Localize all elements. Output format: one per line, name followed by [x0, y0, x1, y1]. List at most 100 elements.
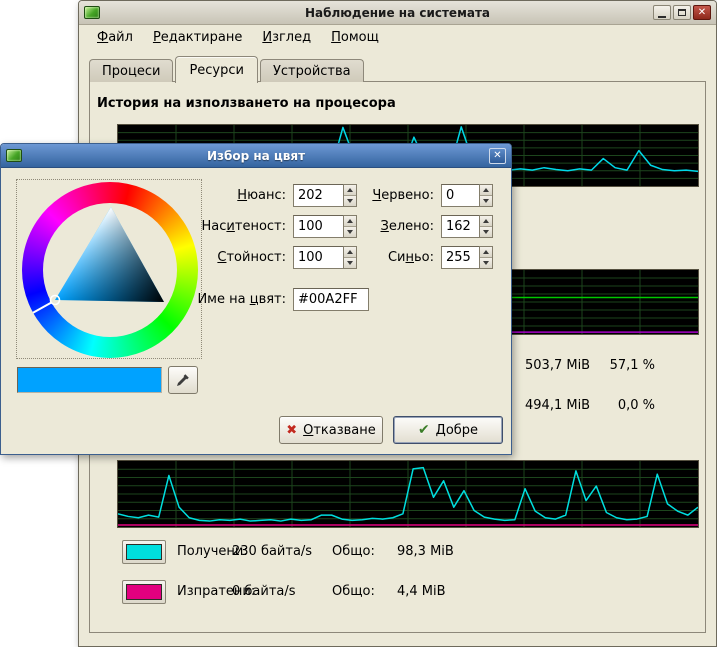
tab-bar: Процеси Ресурси Устройства: [89, 56, 366, 82]
red-spin-up-button[interactable]: [480, 185, 492, 195]
blue-spin-down-button[interactable]: [480, 257, 492, 268]
saturation-input[interactable]: [293, 215, 343, 238]
saturation-spin-arrows: [343, 215, 357, 238]
dialog-system-monitor-icon: [6, 149, 22, 162]
blue-spin-up-button[interactable]: [480, 247, 492, 257]
color-picker-dialog: Избор на цвят ✕: [0, 143, 512, 455]
menu-file[interactable]: Файл: [87, 27, 143, 48]
sent-color-button[interactable]: [122, 580, 166, 604]
cpu-history-title: История на използването на процесора: [97, 96, 396, 111]
ok-button-label: Добре: [436, 423, 478, 438]
color-wheel[interactable]: [16, 179, 202, 359]
arrow-down-icon: [347, 230, 353, 234]
close-button[interactable]: ✕: [693, 5, 711, 20]
received-color-button[interactable]: [122, 540, 166, 564]
arrow-down-icon: [483, 261, 489, 265]
hue-input[interactable]: [293, 184, 343, 207]
hue-spin-arrows: [343, 184, 357, 207]
red-spin-down-button[interactable]: [480, 195, 492, 206]
maximize-button[interactable]: [673, 5, 691, 20]
sv-triangle[interactable]: [17, 180, 203, 360]
desktop: Наблюдение на системата ✕ Файл Редактира…: [0, 0, 717, 647]
blue-input[interactable]: [441, 246, 479, 269]
red-input[interactable]: [441, 184, 479, 207]
close-icon: ✕: [698, 8, 706, 18]
color-name-label: Име на цвят:: [186, 288, 286, 311]
menu-edit[interactable]: Редактиране: [143, 27, 252, 48]
memory-used-percent: 57,1 %: [565, 358, 655, 373]
hue-spin-up-button[interactable]: [344, 185, 356, 195]
received-total: 98,3 MiB: [397, 544, 454, 559]
arrow-down-icon: [483, 199, 489, 203]
cancel-button[interactable]: ✖ Отказване: [279, 416, 383, 444]
arrow-down-icon: [483, 230, 489, 234]
value-spin-down-button[interactable]: [344, 257, 356, 268]
dialog-titlebar[interactable]: Избор на цвят ✕: [1, 144, 511, 168]
dialog-title: Избор на цвят: [1, 149, 511, 163]
green-input[interactable]: [441, 215, 479, 238]
arrow-up-icon: [483, 250, 489, 254]
green-spin-arrows: [479, 215, 493, 238]
green-spin-up-button[interactable]: [480, 216, 492, 226]
value-spin-arrows: [343, 246, 357, 269]
menubar: Файл Редактиране Изглед Помощ: [79, 25, 716, 49]
saturation-spin-up-button[interactable]: [344, 216, 356, 226]
cancel-icon: ✖: [286, 424, 297, 437]
swap-used-percent: 0,0 %: [565, 398, 655, 413]
received-color-swatch: [126, 544, 162, 560]
blue-spinbox: [441, 246, 493, 269]
dialog-window-controls: ✕: [489, 148, 506, 164]
menu-view[interactable]: Изглед: [252, 27, 321, 48]
green-spin-down-button[interactable]: [480, 226, 492, 237]
red-spinbox: [441, 184, 493, 207]
main-titlebar[interactable]: Наблюдение на системата ✕: [79, 1, 716, 25]
dialog-close-icon: ✕: [493, 151, 501, 161]
saturation-spin-down-button[interactable]: [344, 226, 356, 237]
arrow-up-icon: [483, 219, 489, 223]
tab-devices[interactable]: Устройства: [260, 59, 364, 82]
green-spinbox: [441, 215, 493, 238]
sent-total: 4,4 MiB: [397, 584, 446, 599]
green-label: Зелено:: [357, 215, 434, 238]
received-rate: 230 байта/s: [232, 544, 312, 559]
color-name-input[interactable]: [293, 288, 369, 311]
eyedropper-button[interactable]: [168, 366, 198, 394]
eyedropper-icon: [175, 372, 191, 388]
arrow-down-icon: [347, 199, 353, 203]
minimize-button[interactable]: [653, 5, 671, 20]
arrow-up-icon: [347, 188, 353, 192]
tab-processes[interactable]: Процеси: [89, 59, 173, 82]
menu-help[interactable]: Помощ: [321, 27, 389, 48]
network-history-chart: [117, 460, 699, 528]
red-spin-arrows: [479, 184, 493, 207]
hue-spin-down-button[interactable]: [344, 195, 356, 206]
hue-marker[interactable]: [33, 303, 51, 313]
main-window-title: Наблюдение на системата: [79, 6, 716, 20]
ok-button[interactable]: ✔ Добре: [393, 416, 503, 444]
window-controls: ✕: [653, 5, 711, 20]
dialog-close-button[interactable]: ✕: [489, 148, 506, 164]
value-input[interactable]: [293, 246, 343, 269]
saturation-spinbox: [293, 215, 357, 238]
arrow-up-icon: [347, 219, 353, 223]
tab-resources[interactable]: Ресурси: [175, 56, 258, 83]
sent-total-label: Общо:: [332, 584, 375, 599]
hue-spinbox: [293, 184, 357, 207]
blue-spin-arrows: [479, 246, 493, 269]
sent-rate: 0 байта/s: [232, 584, 296, 599]
arrow-up-icon: [347, 250, 353, 254]
network-chart-canvas: [118, 461, 698, 527]
saturation-label: Наситеност:: [201, 215, 286, 238]
value-label: Стойност:: [201, 246, 286, 269]
arrow-up-icon: [483, 188, 489, 192]
received-total-label: Общо:: [332, 544, 375, 559]
value-spin-up-button[interactable]: [344, 247, 356, 257]
system-monitor-icon: [84, 6, 100, 19]
sent-color-swatch: [126, 584, 162, 600]
arrow-down-icon: [347, 261, 353, 265]
ok-icon: ✔: [418, 423, 430, 437]
value-spinbox: [293, 246, 357, 269]
cancel-button-label: Отказване: [303, 423, 376, 438]
minimize-icon: [658, 16, 666, 18]
red-label: Червено:: [357, 184, 434, 207]
